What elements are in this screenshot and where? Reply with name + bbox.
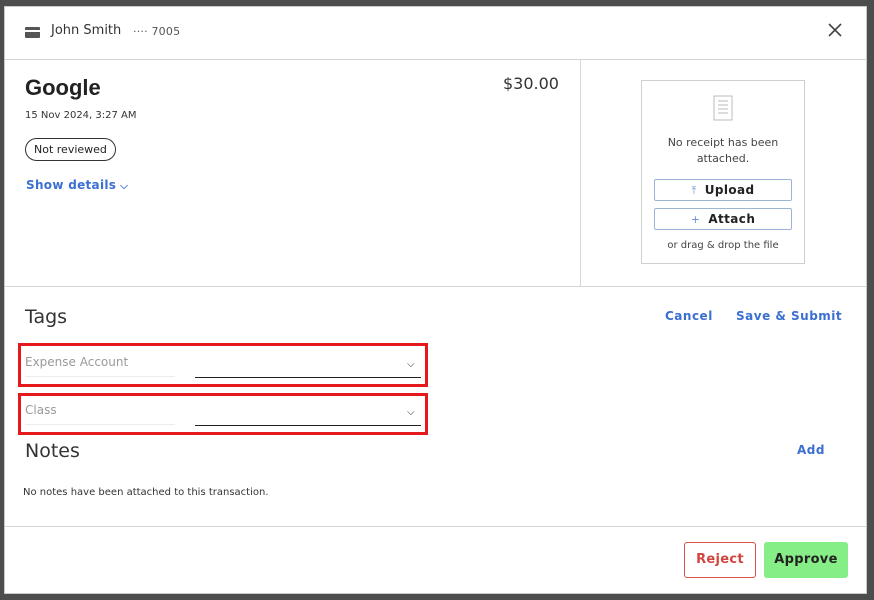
modal-header: John Smith ···· 7005: [5, 7, 866, 60]
expense-account-placeholder: Expense Account: [25, 355, 129, 369]
expense-account-select[interactable]: [195, 377, 421, 378]
card-icon: [25, 27, 40, 38]
chevron-down-icon[interactable]: ⌵: [407, 407, 415, 418]
class-select[interactable]: [195, 425, 421, 426]
add-note-button[interactable]: Add: [797, 443, 825, 457]
attach-button[interactable]: + Attach: [654, 208, 792, 230]
chevron-down-icon: ⌵: [120, 181, 129, 192]
approve-button[interactable]: Approve: [764, 542, 848, 578]
field-divider: [25, 376, 175, 377]
notes-heading: Notes: [25, 440, 80, 462]
card-last4: ···· 7005: [133, 25, 181, 38]
status-badge: Not reviewed: [25, 138, 116, 161]
footer-divider: [5, 526, 866, 527]
document-icon: [713, 95, 733, 121]
vertical-divider: [580, 59, 581, 286]
show-details-link[interactable]: Show details ⌵: [26, 178, 128, 192]
transaction-summary: Google 15 Nov 2024, 3:27 AM $30.00 Not r…: [5, 59, 866, 287]
merchant-name: Google: [25, 75, 101, 100]
notes-empty-message: No notes have been attached to this tran…: [23, 487, 269, 498]
transaction-amount: $30.00: [503, 74, 559, 93]
tags-heading: Tags: [25, 306, 68, 328]
upload-icon: ⤒: [691, 184, 697, 197]
no-receipt-text: No receipt has been attached.: [667, 136, 779, 165]
class-placeholder: Class: [25, 403, 57, 417]
reject-button[interactable]: Reject: [684, 542, 756, 578]
cancel-button[interactable]: Cancel: [665, 309, 713, 323]
drag-drop-hint: or drag & drop the file: [667, 240, 779, 251]
upload-button[interactable]: ⤒ Upload: [654, 179, 792, 201]
field-divider: [25, 424, 175, 425]
chevron-down-icon[interactable]: ⌵: [407, 359, 415, 370]
transaction-date: 15 Nov 2024, 3:27 AM: [25, 110, 137, 121]
close-icon[interactable]: [826, 21, 844, 39]
highlight-box: [18, 393, 428, 435]
upload-label: Upload: [704, 183, 755, 197]
show-details-label: Show details: [26, 178, 117, 192]
cardholder-name: John Smith: [51, 23, 122, 38]
attach-label: Attach: [708, 212, 756, 226]
receipt-dropzone[interactable]: No receipt has been attached. ⤒ Upload + A…: [641, 80, 805, 264]
save-submit-button[interactable]: Save & Submit: [736, 309, 842, 323]
no-receipt-message: No receipt has been attached.: [642, 135, 804, 167]
transaction-modal: John Smith ···· 7005 Google 15 Nov 2024,…: [4, 6, 867, 594]
plus-icon: +: [690, 213, 701, 226]
